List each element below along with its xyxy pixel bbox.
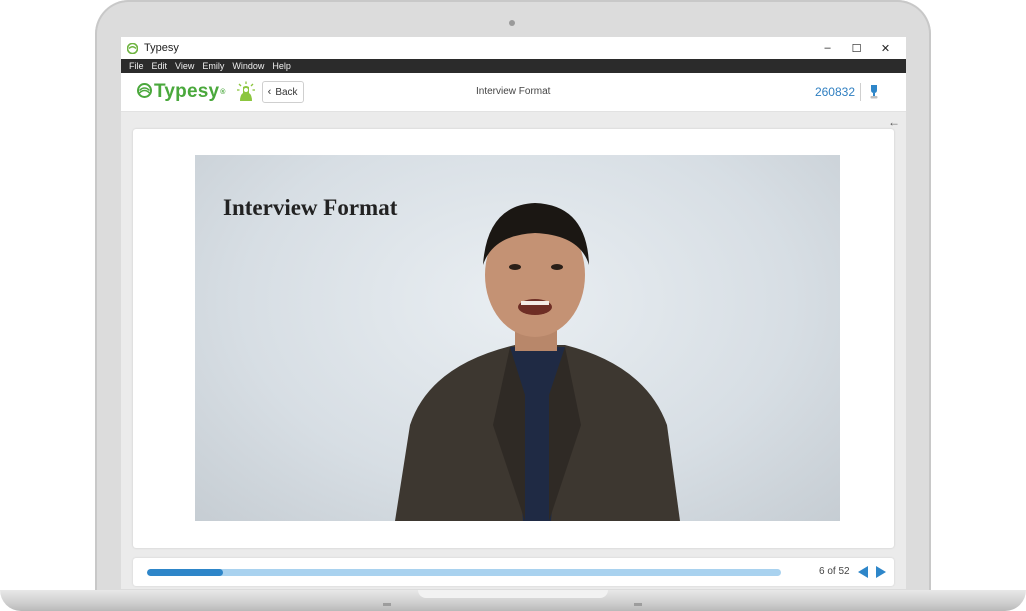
user-id[interactable]: 260832 xyxy=(815,73,855,111)
window-title: Typesy xyxy=(144,42,179,54)
brand-logo[interactable]: Typesy ® xyxy=(137,81,226,103)
presenter-figure xyxy=(395,203,680,521)
maximize-button[interactable]: ☐ xyxy=(842,37,871,59)
app-header: Typesy ® ‹ Back Interview Format 260832 xyxy=(121,73,906,112)
menu-bar: File Edit View Emily Window Help xyxy=(121,59,906,73)
page-title: Interview Format xyxy=(476,86,551,97)
menu-emily[interactable]: Emily xyxy=(198,61,228,71)
trophy-icon[interactable] xyxy=(868,84,880,100)
menu-file[interactable]: File xyxy=(125,61,148,71)
video-player[interactable]: Interview Format xyxy=(195,155,840,521)
back-label: Back xyxy=(275,86,298,98)
typesy-leaf-icon xyxy=(137,82,152,102)
window-controls: – ☐ ✕ xyxy=(813,37,900,59)
typesy-logo-icon xyxy=(126,42,139,54)
menu-view[interactable]: View xyxy=(171,61,198,71)
lesson-card: Interview Format xyxy=(133,129,894,548)
app-window: Typesy – ☐ ✕ File Edit View Emily Window… xyxy=(121,37,906,589)
camera-icon xyxy=(509,20,515,26)
menu-help[interactable]: Help xyxy=(268,61,295,71)
previous-arrow-icon[interactable] xyxy=(858,566,868,578)
close-button[interactable]: ✕ xyxy=(871,37,900,59)
laptop-foot xyxy=(634,603,642,606)
lesson-progress[interactable] xyxy=(147,569,781,576)
page-count: 6 of 52 xyxy=(819,566,850,577)
minimize-button[interactable]: – xyxy=(813,37,842,59)
arrow-left-icon[interactable]: ← xyxy=(888,115,900,129)
chevron-left-icon: ‹ xyxy=(267,86,272,98)
header-divider xyxy=(860,83,861,101)
back-button[interactable]: ‹ Back xyxy=(261,81,304,103)
registered-mark: ® xyxy=(220,88,226,96)
lightbulb-icon[interactable] xyxy=(236,81,256,103)
video-caption: Interview Format xyxy=(223,195,398,220)
content-area: ← Interview Format 6 of 52 xyxy=(121,112,906,589)
lesson-footer: 6 of 52 xyxy=(133,558,894,586)
laptop-foot xyxy=(383,603,391,606)
progress-fill xyxy=(147,569,224,576)
menu-edit[interactable]: Edit xyxy=(148,61,172,71)
menu-window[interactable]: Window xyxy=(228,61,268,71)
title-bar: Typesy – ☐ ✕ xyxy=(121,37,906,59)
laptop-notch xyxy=(418,590,608,598)
next-arrow-icon[interactable] xyxy=(876,566,886,578)
brand-name: Typesy xyxy=(154,81,220,102)
